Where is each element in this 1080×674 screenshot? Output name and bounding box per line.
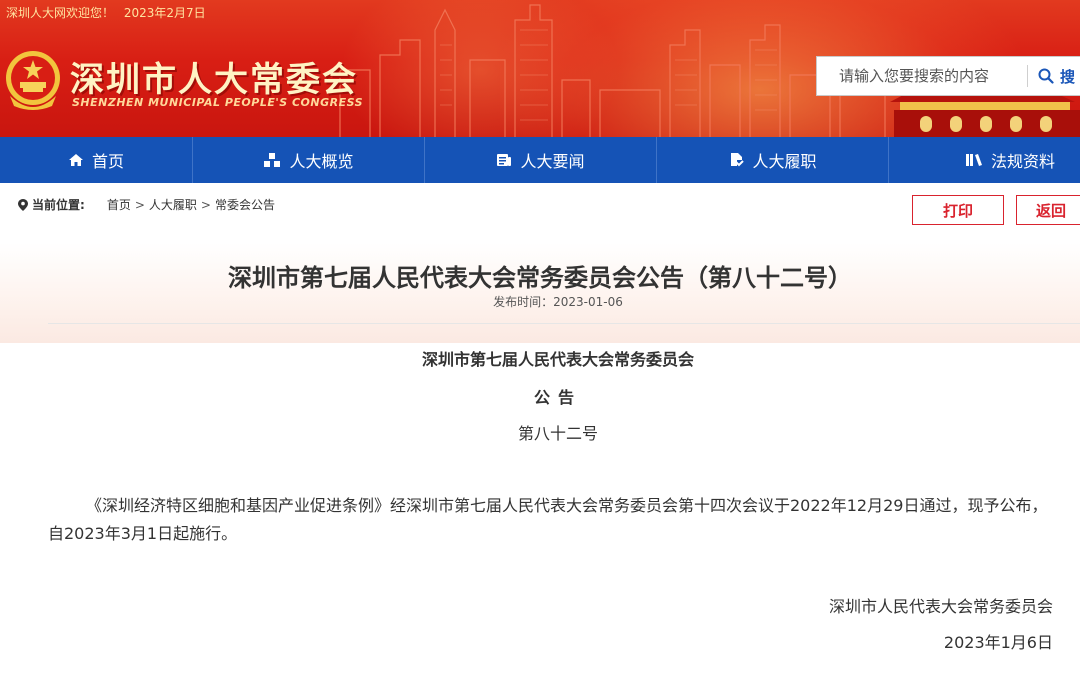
breadcrumb-link-home[interactable]: 首页: [107, 196, 131, 213]
signature-date: 2023年1月6日: [943, 633, 1053, 652]
national-emblem-icon[interactable]: [4, 48, 62, 112]
main-nav: 首页 人大概览 人大要闻 人大履职 法规资料: [0, 137, 1080, 183]
nav-item-label: 人大要闻: [520, 152, 585, 171]
nav-item-overview[interactable]: 人大概览: [193, 137, 425, 183]
breadcrumb-separator: >: [134, 197, 145, 212]
overview-icon: [264, 153, 281, 167]
announcement-number: 第八十二号: [517, 424, 598, 443]
nav-item-label: 人大履职: [752, 152, 817, 171]
location-pin-icon: [18, 198, 28, 211]
law-icon: [966, 154, 982, 166]
nav-item-news[interactable]: 人大要闻: [425, 137, 657, 183]
nav-item-label: 首页: [91, 152, 124, 171]
announcement-issuer: 深圳市第七届人民代表大会常务委员会: [421, 350, 694, 369]
home-icon: [68, 154, 83, 166]
nav-item-label: 法规资料: [991, 152, 1056, 171]
breadcrumb: 当前位置: 首页 > 人大履职 > 常委会公告: [18, 196, 275, 213]
nav-item-label: 人大概览: [289, 152, 354, 171]
nav-item-home[interactable]: 首页: [0, 137, 193, 183]
search-input[interactable]: [817, 67, 1025, 85]
breadcrumb-link-duty[interactable]: 人大履职: [149, 196, 197, 213]
current-date: 2023年2月7日: [123, 6, 206, 20]
search-icon: [1038, 68, 1054, 84]
signature: 深圳市人民代表大会常务委员会: [828, 597, 1053, 616]
welcome-bar: 深圳人大网欢迎您！ 2023年2月7日: [6, 4, 212, 21]
back-button[interactable]: 返回: [1016, 195, 1080, 225]
breadcrumb-separator: >: [200, 197, 211, 212]
breadcrumb-label: 当前位置:: [32, 198, 85, 212]
article-title: 深圳市第七届人民代表大会常务委员会公告（第八十二号）: [228, 264, 852, 292]
search-button[interactable]: 搜: [1038, 66, 1075, 87]
news-icon: [497, 154, 512, 166]
duty-icon: [731, 153, 745, 167]
announcement-heading: 公告: [533, 388, 582, 407]
breadcrumb-bar: 当前位置: 首页 > 人大履职 > 常委会公告 打印 返回: [0, 183, 1080, 243]
breadcrumb-link-announcement[interactable]: 常委会公告: [215, 196, 275, 213]
site-subtitle: SHENZHEN MUNICIPAL PEOPLE'S CONGRESS: [72, 96, 364, 109]
site-header: 深圳人大网欢迎您！ 2023年2月7日 深圳市人大常委会 SHENZHEN MU…: [0, 0, 1080, 137]
city-skyline-illustration: [339, 4, 886, 137]
nav-item-duty[interactable]: 人大履职: [657, 137, 889, 183]
search-divider: [1027, 65, 1028, 87]
title-divider: [48, 323, 1080, 324]
welcome-text: 深圳人大网欢迎您！: [6, 6, 115, 20]
publish-date: 发布时间：2023-01-06: [493, 295, 623, 309]
nav-item-law[interactable]: 法规资料: [889, 137, 1080, 183]
search-button-label: 搜: [1060, 67, 1076, 86]
site-title[interactable]: 深圳市人大常委会: [70, 52, 358, 101]
print-button[interactable]: 打印: [912, 195, 1004, 225]
search-box: 搜: [816, 56, 1080, 96]
announcement-body: 《深圳经济特区细胞和基因产业促进条例》经深圳市第七届人民代表大会常务委员会第十四…: [48, 496, 1048, 543]
